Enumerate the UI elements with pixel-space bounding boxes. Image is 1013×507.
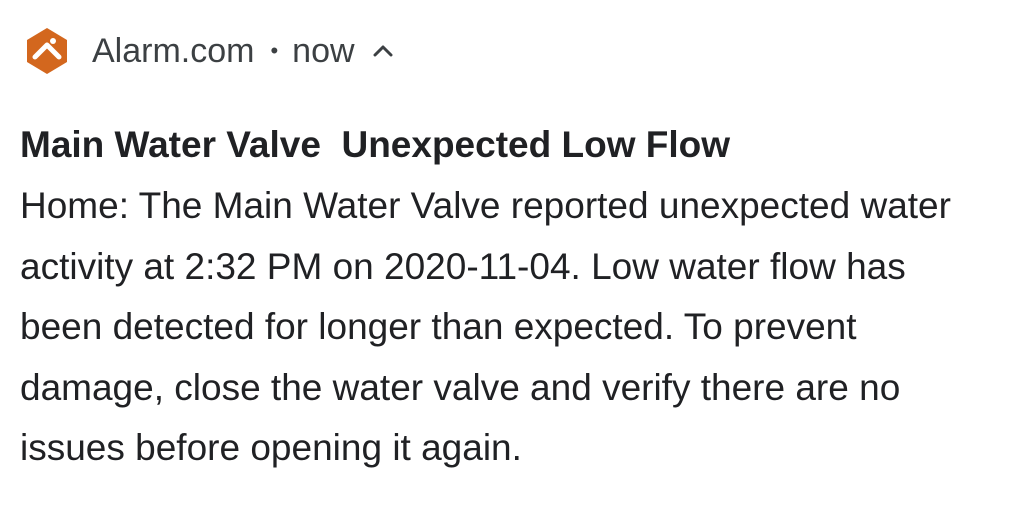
notification-body: Home: The Main Water Valve reported unex… bbox=[20, 185, 951, 468]
notification-title: Main Water Valve Unexpected Low Flow bbox=[20, 124, 731, 165]
chevron-up-icon bbox=[373, 45, 393, 57]
alarm-com-logo-icon bbox=[27, 28, 67, 74]
notification-header: Alarm.com • now bbox=[22, 26, 397, 76]
header-separator: • bbox=[270, 38, 279, 63]
notification-timestamp: now bbox=[292, 32, 355, 70]
notification-card[interactable]: Alarm.com • now Main Water Valve Unexpec… bbox=[0, 0, 1013, 507]
collapse-button[interactable] bbox=[369, 26, 397, 76]
app-name: Alarm.com bbox=[92, 32, 255, 70]
